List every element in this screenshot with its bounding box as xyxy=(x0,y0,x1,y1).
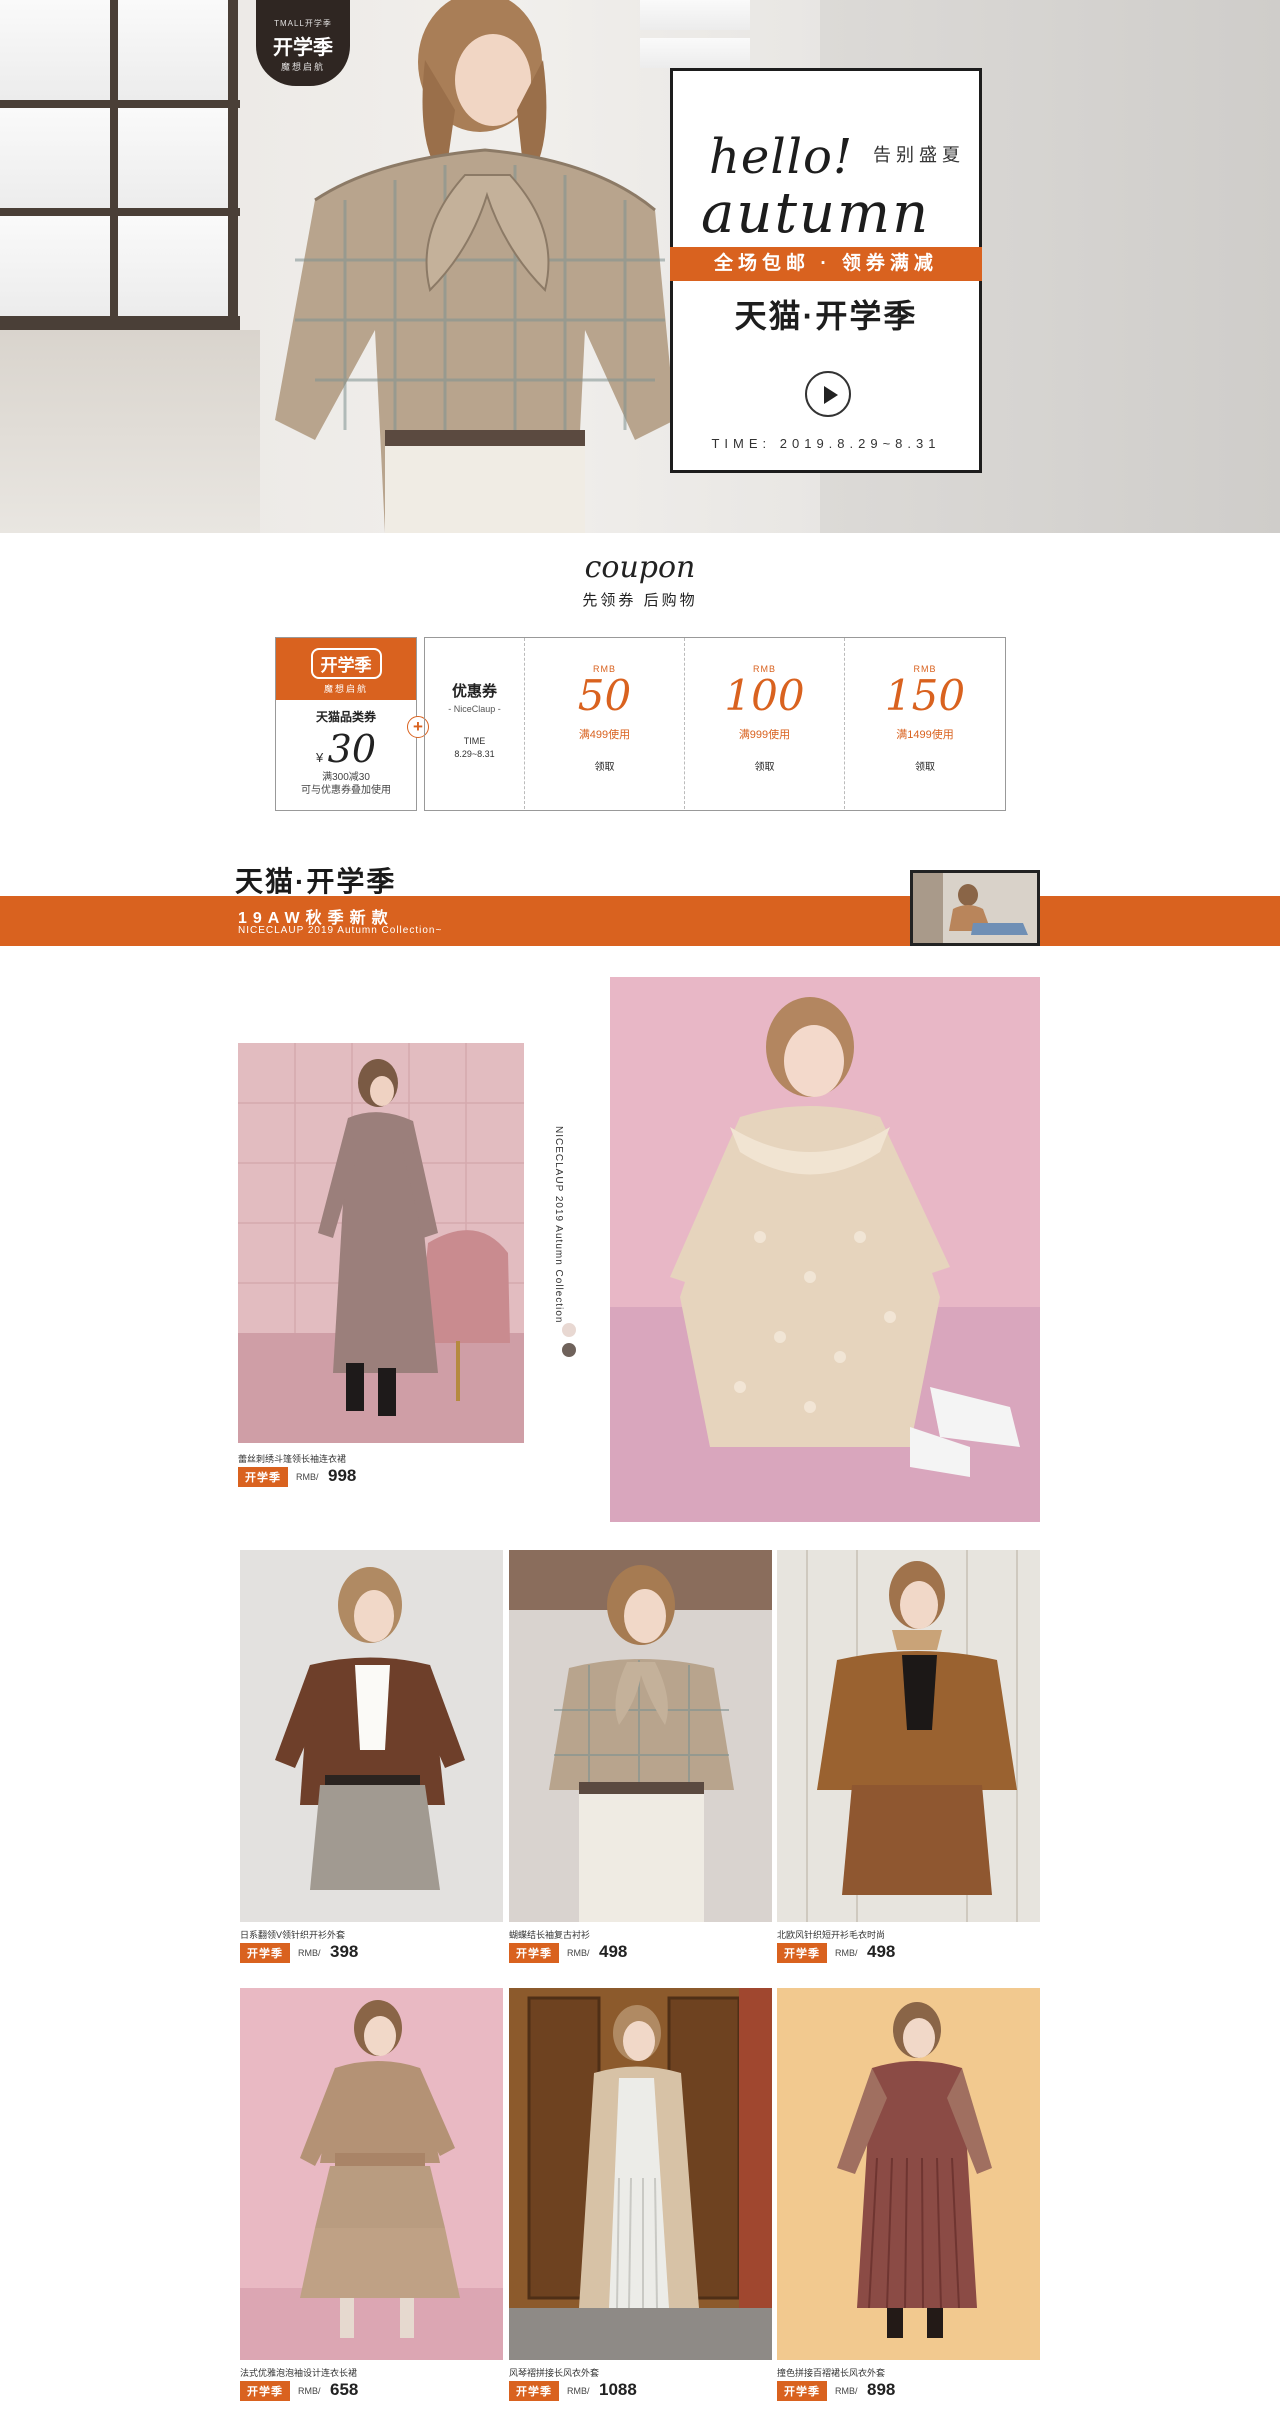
tag-small-text: TMALL开学季 xyxy=(274,19,332,28)
section-band: 19AW秋季新款 NICECLAUP 2019 Autumn Collectio… xyxy=(0,896,1280,946)
coupon-150[interactable]: RMB 150 满1499使用 领取 xyxy=(845,638,1005,809)
tmall-coupon-amount: ¥ 30 xyxy=(276,727,416,771)
price-currency: RMB/ xyxy=(835,1948,858,1958)
coupon-badge-title: 开学季 xyxy=(310,648,382,679)
product-name[interactable]: 日系翻领V领针织开衫外套 xyxy=(240,1928,345,1941)
hero-hello-text: hello! xyxy=(709,129,854,185)
tag-title: 开学季 xyxy=(273,37,333,59)
product-name[interactable]: 北欧风针织短开衫毛衣时尚 xyxy=(777,1928,885,1941)
shop-coupon-box: 优惠券 - NiceClaup - TIME 8.29~8.31 RMB 50 … xyxy=(424,637,1006,811)
season-tag: 开学季 xyxy=(777,2381,827,2401)
product-photo-trench-coat[interactable] xyxy=(509,1988,772,2360)
section-thumbnail-image[interactable] xyxy=(910,870,1040,946)
coupon-value: 100 xyxy=(724,671,805,720)
claim-coupon-button[interactable]: 领取 xyxy=(685,758,844,773)
price-currency: RMB/ xyxy=(298,1948,321,1958)
season-tag: 开学季 xyxy=(240,1943,290,1963)
price-currency: RMB/ xyxy=(298,2386,321,2396)
tag-subtitle: 魔想启航 xyxy=(280,62,325,72)
price-currency: RMB/ xyxy=(835,2386,858,2396)
section-band-subtitle: NICECLAUP 2019 Autumn Collection~ xyxy=(238,925,443,936)
claim-coupon-button[interactable]: 领取 xyxy=(525,758,684,773)
product-photo-brown-cardigan[interactable] xyxy=(240,1550,503,1922)
color-swatch-dark[interactable] xyxy=(562,1343,576,1357)
hero-time-text: TIME: 2019.8.29~8.31 xyxy=(711,436,941,451)
collection-vertical-text: NICECLAUP 2019 Autumn Collection xyxy=(553,1126,564,1324)
product-price: 398 xyxy=(330,1942,359,1961)
product-name[interactable]: 蝴蝶结长袖复古衬衫 xyxy=(509,1928,590,1941)
coupon-badge: 开学季 魔想启航 xyxy=(276,638,416,700)
price-currency: RMB/ xyxy=(567,2386,590,2396)
hero-farewell-text: 告别盛夏 xyxy=(873,145,965,165)
season-tag: 开学季 xyxy=(240,2381,290,2401)
coupon-100[interactable]: RMB 100 满999使用 领取 xyxy=(685,638,845,809)
coupon-condition: 满499使用 xyxy=(578,729,631,741)
hero-promo-card: hello! 告别盛夏 autumn 全场包邮 · 领券满减 天猫·开学季 TI… xyxy=(670,68,982,473)
product-name[interactable]: 法式优雅泡泡袖设计连衣长裙 xyxy=(240,2366,357,2379)
product-photo-tiered-dress[interactable] xyxy=(240,1988,503,2360)
tmall-coupon-rule: 满300减30 xyxy=(322,772,370,783)
product-photo-knit-cardigan[interactable] xyxy=(777,1550,1040,1922)
product-name[interactable]: 风琴褶拼接长风衣外套 xyxy=(509,2366,599,2379)
product-price: 498 xyxy=(867,1942,896,1961)
season-tag: 开学季 xyxy=(509,1943,559,1963)
tmall-season-tag: TMALL开学季 开学季 魔想启航 xyxy=(256,0,350,86)
hero-tmall-title: 天猫·开学季 xyxy=(734,298,918,334)
tmall-coupon-value: 30 xyxy=(327,727,377,771)
season-tag: 开学季 xyxy=(509,2381,559,2401)
product-price: 498 xyxy=(599,1942,628,1961)
claim-coupon-button[interactable]: 领取 xyxy=(845,758,1005,773)
coupon-subtitle: 先领券 后购物 xyxy=(582,592,698,609)
coupon-condition: 满1499使用 xyxy=(896,729,954,741)
product-photo-pleated-coat[interactable] xyxy=(777,1988,1040,2360)
shop-coupon-brand: - NiceClaup - xyxy=(448,704,501,714)
product-name[interactable]: 蕾丝刺绣斗篷领长袖连衣裙 xyxy=(238,1452,346,1465)
coupon-value: 150 xyxy=(884,671,966,720)
shop-coupon-title: 优惠券 xyxy=(451,683,497,700)
hero-autumn-text: autumn xyxy=(701,181,931,246)
product-price: 1088 xyxy=(599,2380,637,2399)
price-currency: RMB/ xyxy=(296,1472,319,1482)
coupon-badge-sub: 魔想启航 xyxy=(323,684,368,694)
season-tag: 开学季 xyxy=(777,1943,827,1963)
coupon-condition: 满999使用 xyxy=(738,729,791,741)
product-name[interactable]: 撞色拼接百褶裙长风衣外套 xyxy=(777,2366,885,2379)
product-photo-lace-dress[interactable] xyxy=(238,1043,524,1443)
color-swatch-light[interactable] xyxy=(562,1323,576,1337)
tmall-coupon-currency: ¥ xyxy=(315,750,324,765)
coupon-value: 50 xyxy=(577,671,632,720)
product-price: 658 xyxy=(330,2380,359,2399)
product-photo-beige-lace-dress[interactable] xyxy=(610,977,1040,1522)
coupon-header: coupon 先领券 后购物 xyxy=(0,550,1280,610)
product-price: 998 xyxy=(328,1466,357,1485)
hero-banner[interactable]: TMALL开学季 开学季 魔想启航 hello! 告别盛夏 autumn 全场包… xyxy=(0,0,1280,533)
price-currency: RMB/ xyxy=(567,1948,590,1958)
product-photo-plaid-blouse[interactable] xyxy=(509,1550,772,1922)
tmall-category-coupon[interactable]: 开学季 魔想启航 天猫品类券 ¥ 30 满300减30 可与优惠券叠加使用 xyxy=(275,637,417,811)
product-price: 898 xyxy=(867,2380,896,2399)
coupon-script-title: coupon xyxy=(584,550,696,585)
tmall-coupon-stack-note: 可与优惠券叠加使用 xyxy=(301,785,391,796)
coupon-50[interactable]: RMB 50 满499使用 领取 xyxy=(525,638,685,809)
shop-coupon-info: 优惠券 - NiceClaup - TIME 8.29~8.31 xyxy=(425,638,525,809)
play-video-button[interactable] xyxy=(805,371,851,417)
shop-coupon-time-label: TIME xyxy=(463,736,486,746)
hero-promo-band: 全场包邮 · 领券满减 xyxy=(670,247,982,281)
season-tag: 开学季 xyxy=(238,1467,288,1487)
tmall-coupon-name: 天猫品类券 xyxy=(315,710,376,724)
shop-coupon-time-range: 8.29~8.31 xyxy=(454,749,495,759)
section-title: 天猫·开学季 xyxy=(235,866,397,897)
